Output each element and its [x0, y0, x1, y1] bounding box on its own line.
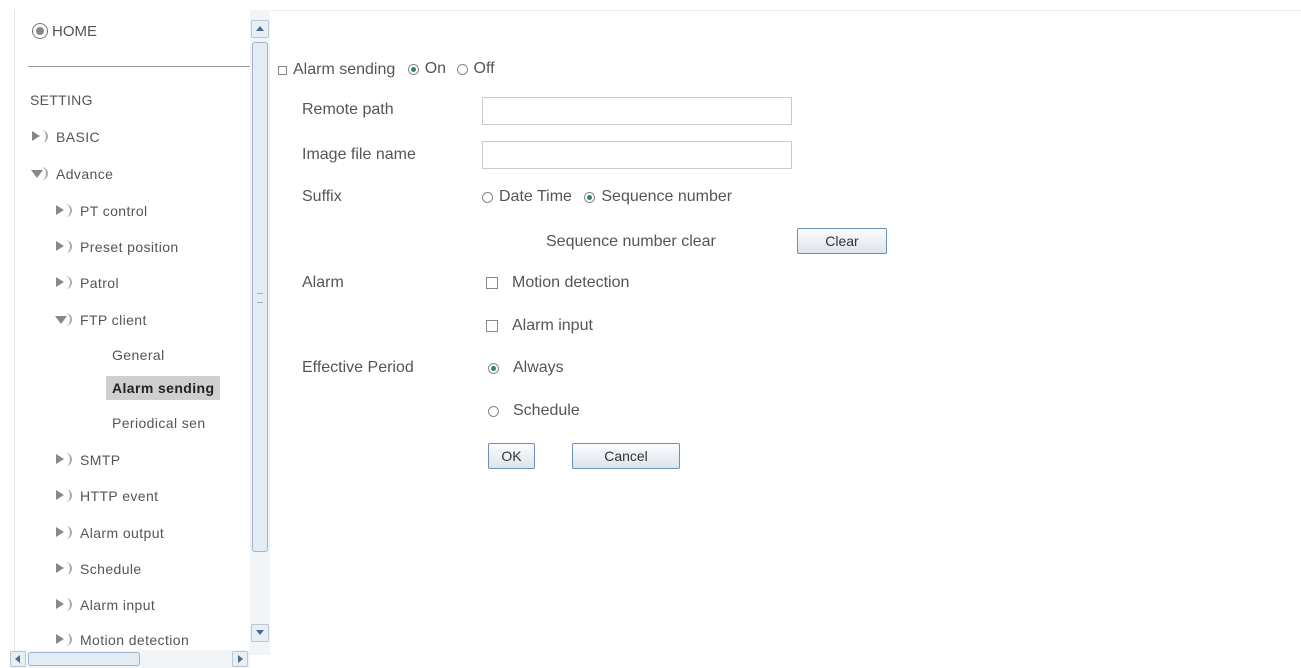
- suffix-date-time-option[interactable]: Date Time: [482, 188, 572, 206]
- sidebar-item-http-event[interactable]: HTTP event: [54, 487, 158, 505]
- expand-arrow-icon: [54, 524, 72, 542]
- remote-path-label: Remote path: [302, 101, 394, 118]
- clear-button[interactable]: Clear: [797, 228, 887, 254]
- alarm-sending-off-radio[interactable]: [456, 63, 468, 75]
- motion-detection-option[interactable]: Motion detection: [486, 274, 629, 294]
- suffix-options: Date Time Sequence number: [482, 188, 732, 208]
- home-label: HOME: [52, 22, 97, 40]
- sidebar-item-pt-control[interactable]: PT control: [54, 202, 148, 220]
- sidebar-item-label: BASIC: [56, 129, 101, 145]
- sidebar-border: [14, 10, 15, 650]
- sidebar-item-advance[interactable]: Advance: [30, 165, 113, 183]
- expand-arrow-icon: [54, 631, 72, 649]
- always-option[interactable]: Always: [488, 359, 564, 379]
- top-divider: [270, 10, 1301, 11]
- alarm-sending-header: Alarm sending On Off: [278, 60, 495, 80]
- horizontal-scrollbar[interactable]: [10, 650, 250, 668]
- sidebar-subitem-general[interactable]: General: [112, 347, 165, 363]
- off-label: Off: [473, 60, 495, 77]
- alarm-sending-title: Alarm sending: [293, 61, 396, 78]
- home-link[interactable]: HOME: [32, 16, 97, 46]
- on-label: On: [424, 60, 447, 77]
- scrollbar-thumb[interactable]: [252, 42, 268, 552]
- effective-period-label: Effective Period: [302, 359, 414, 376]
- section-marker-icon: [278, 65, 287, 75]
- sidebar-item-schedule[interactable]: Schedule: [54, 560, 142, 578]
- sidebar-item-patrol[interactable]: Patrol: [54, 274, 119, 292]
- expand-arrow-icon: [54, 487, 72, 505]
- sidebar-item-basic[interactable]: BASIC: [30, 128, 100, 146]
- always-label: Always: [513, 359, 564, 376]
- sidebar-item-smtp[interactable]: SMTP: [54, 451, 121, 469]
- schedule-radio[interactable]: [488, 405, 499, 417]
- sidebar-item-label: HTTP event: [80, 488, 159, 504]
- sidebar-subitem-alarm-sending[interactable]: Alarm sending: [106, 376, 221, 400]
- sidebar: HOME SETTING BASIC Advance PT control Pr…: [0, 0, 270, 668]
- suffix-sequence-option[interactable]: Sequence number: [584, 188, 732, 206]
- always-radio[interactable]: [488, 362, 499, 374]
- sidebar-item-alarm-input[interactable]: Alarm input: [54, 596, 155, 614]
- expand-arrow-icon: [54, 451, 72, 469]
- main-content: Alarm sending On Off Remote path Image f…: [270, 0, 1301, 668]
- home-icon: [32, 23, 48, 39]
- scroll-up-arrow-icon[interactable]: [251, 20, 269, 38]
- remote-path-input[interactable]: [482, 97, 792, 125]
- sidebar-item-label: SMTP: [80, 452, 121, 468]
- alarm-sending-on-radio[interactable]: [407, 63, 419, 75]
- sidebar-item-motion-detection[interactable]: Motion detection: [54, 631, 189, 649]
- collapse-arrow-icon: [54, 311, 72, 329]
- schedule-option[interactable]: Schedule: [488, 402, 580, 422]
- sidebar-item-label: Alarm output: [80, 525, 165, 541]
- alarm-input-option[interactable]: Alarm input: [486, 317, 593, 337]
- scroll-left-arrow-icon[interactable]: [10, 651, 26, 667]
- sidebar-item-label: Preset position: [80, 239, 179, 255]
- alarm-label: Alarm: [302, 274, 344, 291]
- sidebar-item-alarm-output[interactable]: Alarm output: [54, 524, 164, 542]
- sidebar-subitem-periodical-sending[interactable]: Periodical sen: [112, 415, 206, 431]
- expand-arrow-icon: [30, 128, 48, 146]
- collapse-arrow-icon: [30, 165, 48, 183]
- sidebar-item-label: Alarm input: [80, 597, 156, 613]
- expand-arrow-icon: [54, 596, 72, 614]
- suffix-label: Suffix: [302, 188, 342, 205]
- suffix-date-time-radio[interactable]: [482, 191, 493, 203]
- home-divider: [28, 66, 250, 67]
- sidebar-item-preset-position[interactable]: Preset position: [54, 238, 179, 256]
- expand-arrow-icon: [54, 202, 72, 220]
- expand-arrow-icon: [54, 274, 72, 292]
- setting-section-label: SETTING: [30, 92, 93, 108]
- sidebar-item-label: Advance: [56, 166, 114, 182]
- ok-button[interactable]: OK: [488, 443, 535, 469]
- horizontal-scrollbar-thumb[interactable]: [28, 652, 140, 666]
- sidebar-item-label: FTP client: [80, 312, 147, 328]
- expand-arrow-icon: [54, 238, 72, 256]
- date-time-label: Date Time: [499, 188, 572, 205]
- alarm-sending-on-option[interactable]: On: [407, 60, 447, 78]
- scroll-down-arrow-icon[interactable]: [251, 624, 269, 642]
- sidebar-item-ftp-client[interactable]: FTP client: [54, 311, 147, 329]
- motion-detection-label: Motion detection: [512, 274, 630, 291]
- sidebar-item-label: Schedule: [80, 561, 142, 577]
- sequence-number-label: Sequence number: [601, 188, 733, 205]
- alarm-input-checkbox[interactable]: [486, 320, 498, 332]
- sidebar-item-label: Patrol: [80, 275, 119, 291]
- scroll-right-arrow-icon[interactable]: [232, 651, 248, 667]
- vertical-scrollbar[interactable]: [250, 10, 270, 655]
- suffix-sequence-radio[interactable]: [584, 191, 596, 203]
- motion-detection-checkbox[interactable]: [486, 277, 498, 289]
- schedule-label: Schedule: [513, 402, 580, 419]
- cancel-button[interactable]: Cancel: [572, 443, 680, 469]
- sidebar-item-label: Motion detection: [80, 632, 190, 648]
- alarm-sending-off-option[interactable]: Off: [456, 60, 495, 78]
- expand-arrow-icon: [54, 560, 72, 578]
- sequence-number-clear-label: Sequence number clear: [546, 233, 716, 250]
- alarm-input-label: Alarm input: [512, 317, 593, 334]
- image-file-name-input[interactable]: [482, 141, 792, 169]
- sidebar-item-label: PT control: [80, 203, 148, 219]
- image-file-name-label: Image file name: [302, 146, 416, 163]
